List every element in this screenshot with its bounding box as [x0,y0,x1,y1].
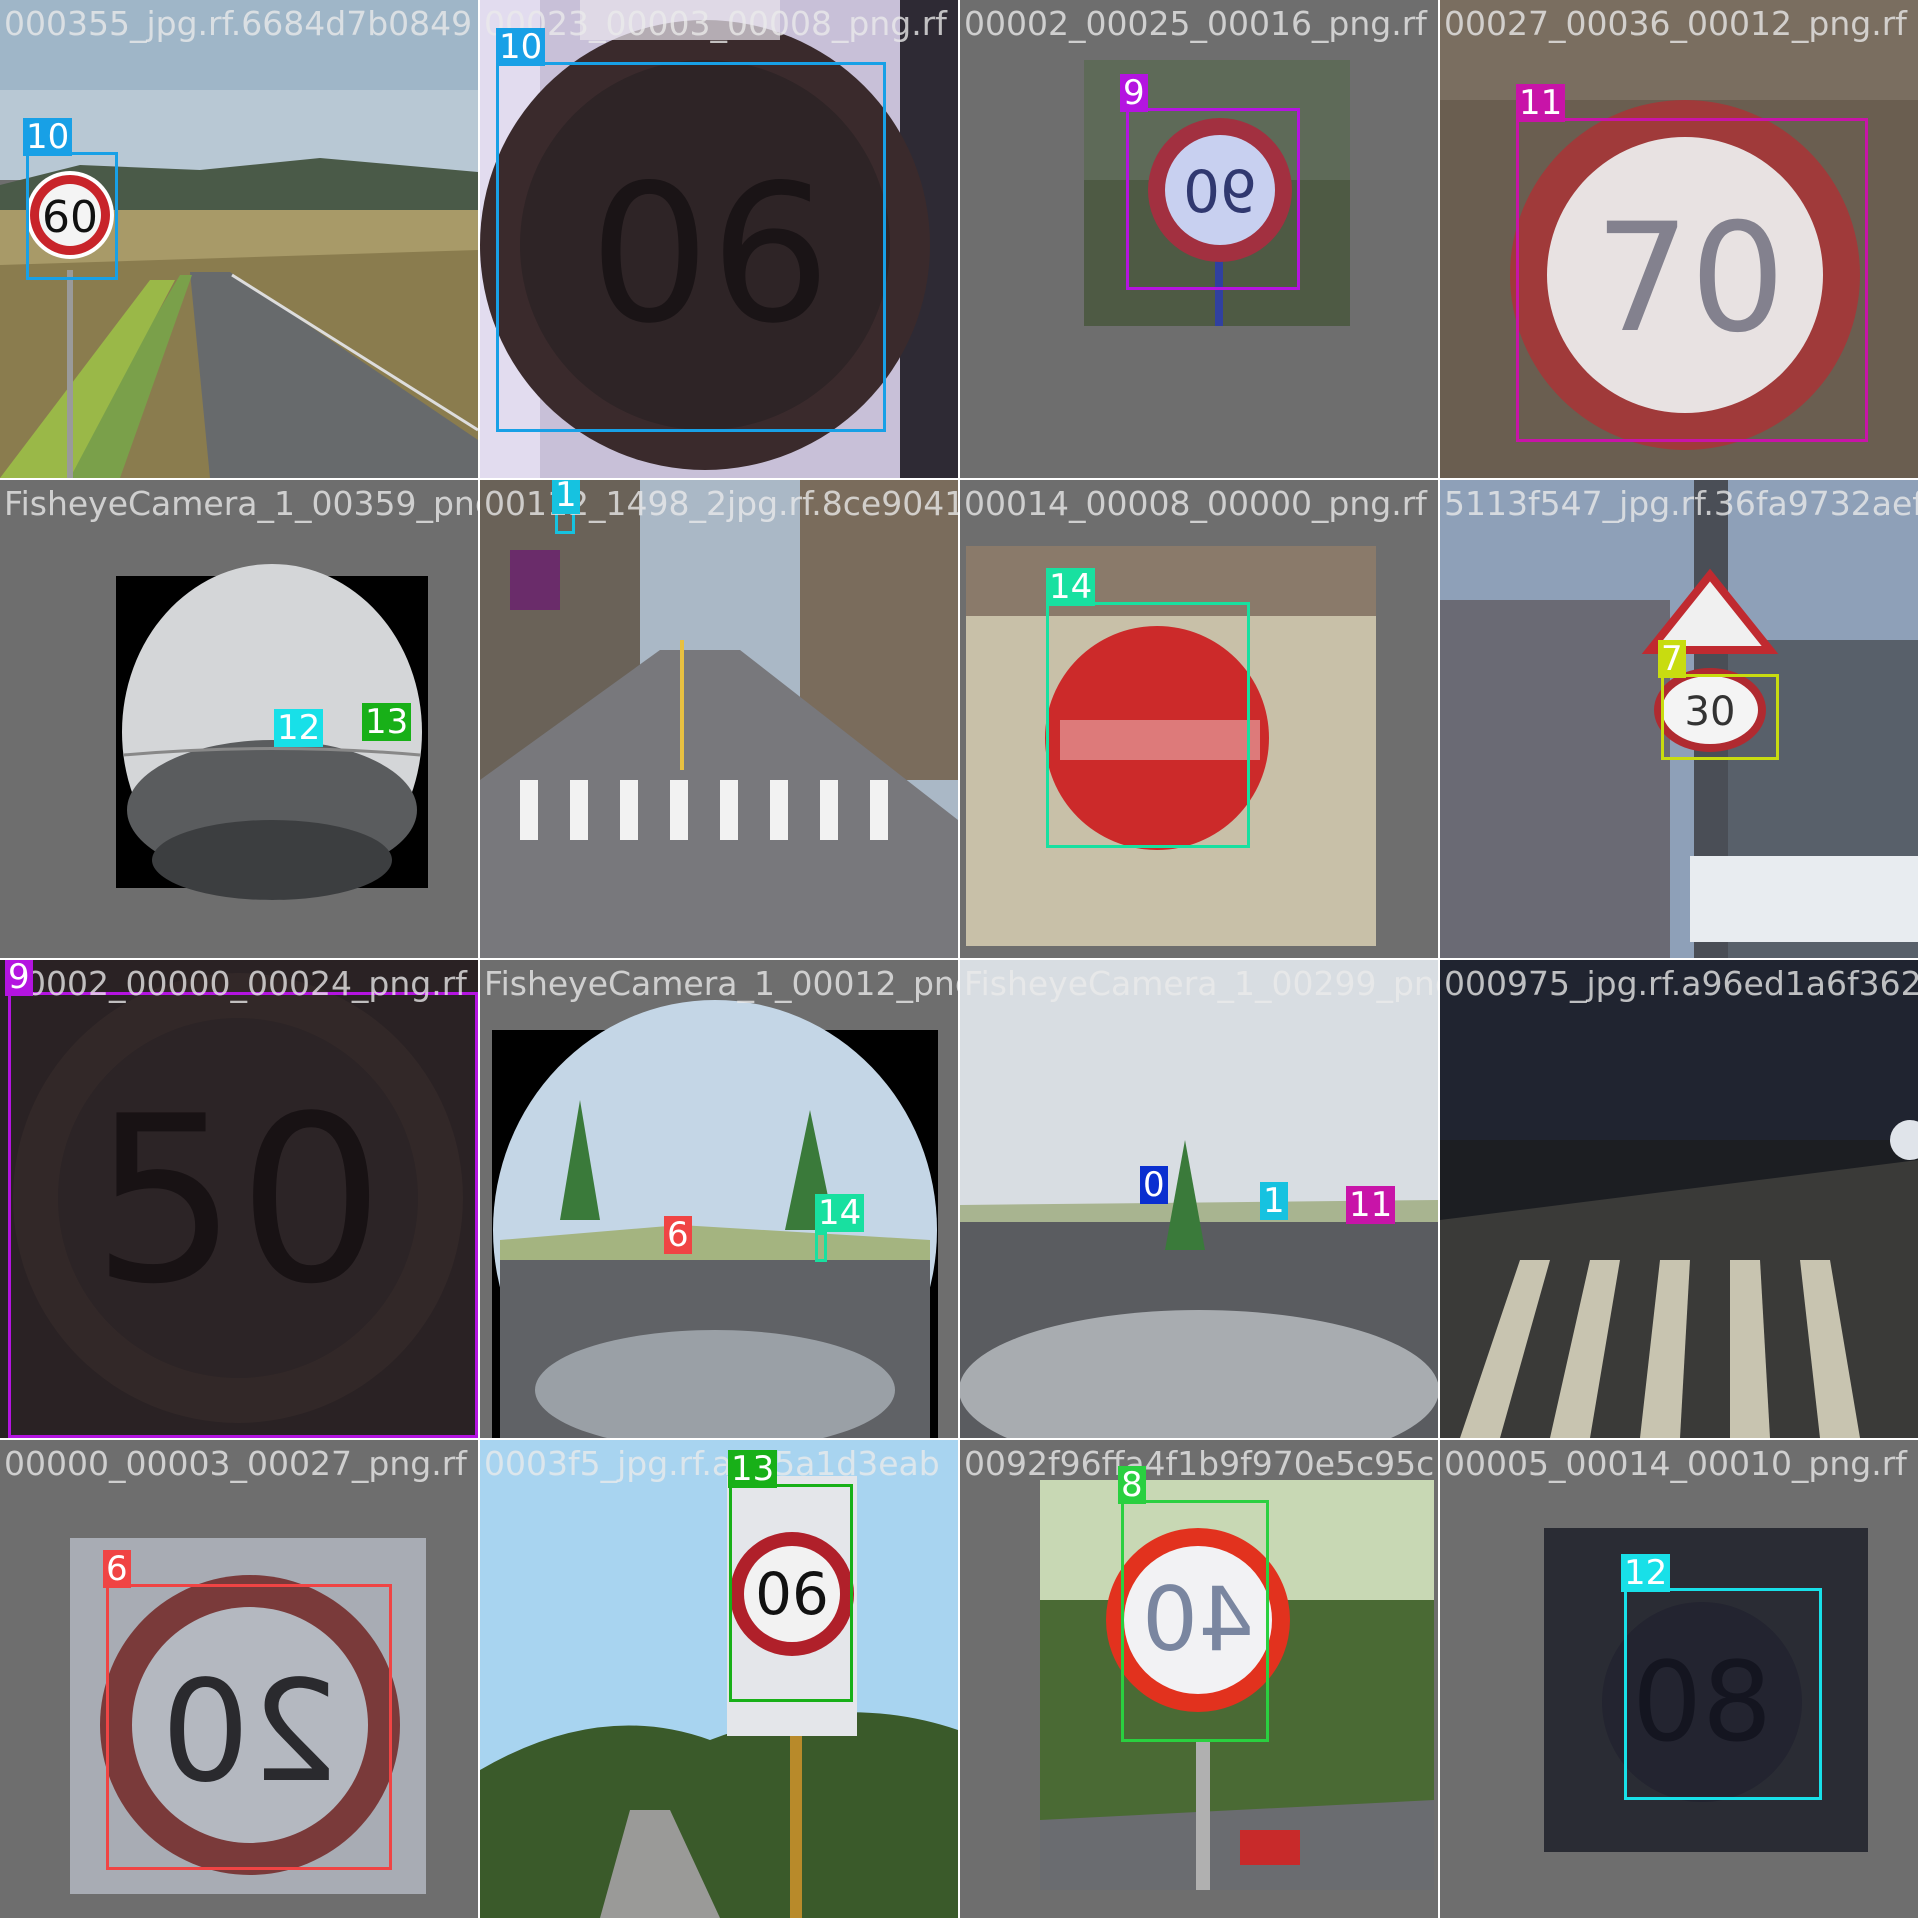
tile-10-image [480,960,958,1438]
bbox-label: 7 [1658,640,1686,678]
bbox-label: 11 [1516,84,1566,122]
tile-2: 06 00023_00003_00008_png.rf 10 [480,0,958,478]
bbox-class-7 [1661,674,1779,760]
bbox-class-12 [1624,1588,1822,1800]
tile-9: 50 00002_00000_00024_png.rf 9 [0,960,478,1438]
bbox-class-9 [8,992,478,1438]
tile-14: 90 0003f5_jpg.rf.a6d5a1d3eab 13 [480,1440,958,1918]
tile-13: 20 00000_00003_00027_png.rf 6 [0,1440,478,1918]
tile-10: FisheyeCamera_1_00012_png 6 14 [480,960,958,1438]
tile-14-image: 90 [480,1440,958,1918]
bbox-class-8 [1121,1500,1269,1742]
tile-12-image [1440,960,1918,1438]
bbox-label: 8 [1118,1466,1146,1504]
tile-4: 70 00027_00036_00012_png.rf 11 [1440,0,1918,478]
bbox-label: 10 [496,28,546,66]
bbox-label: 12 [274,709,324,747]
bbox-label: 10 [23,118,73,156]
bbox-label: 0 [1140,1166,1168,1204]
bbox-label: 6 [103,1550,131,1588]
bbox-label: 13 [728,1450,778,1488]
bbox-label: 14 [1046,568,1096,606]
bbox-class-14 [815,1232,827,1262]
tile-6-image [480,480,958,958]
bbox-label: 1 [1260,1182,1288,1220]
bbox-label: 9 [5,960,33,996]
tile-15: 40 0092f96ffa4f1b9f970e5c95c 8 [960,1440,1438,1918]
bbox-label: 13 [362,703,412,741]
bbox-class-9 [1126,108,1300,290]
tile-1: 60 000355_jpg.rf.6684d7b0849 10 [0,0,478,478]
bbox-class-10 [26,152,118,280]
bbox-class-14 [1046,602,1250,848]
tile-12: 000975_jpg.rf.a96ed1a6f362 [1440,960,1918,1438]
tile-8: 30 5113f547_jpg.rf.36fa9732aeff 7 [1440,480,1918,958]
bbox-label: 14 [815,1194,865,1232]
tile-3: 90 00002_00025_00016_png.rf 9 [960,0,1438,478]
tile-11: FisheyeCamera_1_00299_png 0 1 11 [960,960,1438,1438]
bbox-class-13 [729,1484,853,1702]
bbox-label: 9 [1120,74,1148,112]
bbox-class-6 [106,1584,392,1870]
tile-7: 00014_00008_00000_png.rf 14 [960,480,1438,958]
tile-6: 00112_1498_2jpg.rf.8ce9041 1 [480,480,958,958]
tile-16: 80 00005_00014_00010_png.rf 12 [1440,1440,1918,1918]
bbox-class-11 [1516,118,1868,442]
bbox-label: 6 [664,1216,692,1254]
bbox-label: 1 [552,480,580,514]
bbox-label: 12 [1621,1554,1671,1592]
mosaic-grid: 60 000355_jpg.rf.6684d7b0849 10 06 00023… [0,0,1920,1920]
bbox-class-10 [496,62,886,432]
tile-5: FisheyeCamera_1_00359_png 12 13 [0,480,478,958]
bbox-label: 11 [1346,1186,1396,1224]
